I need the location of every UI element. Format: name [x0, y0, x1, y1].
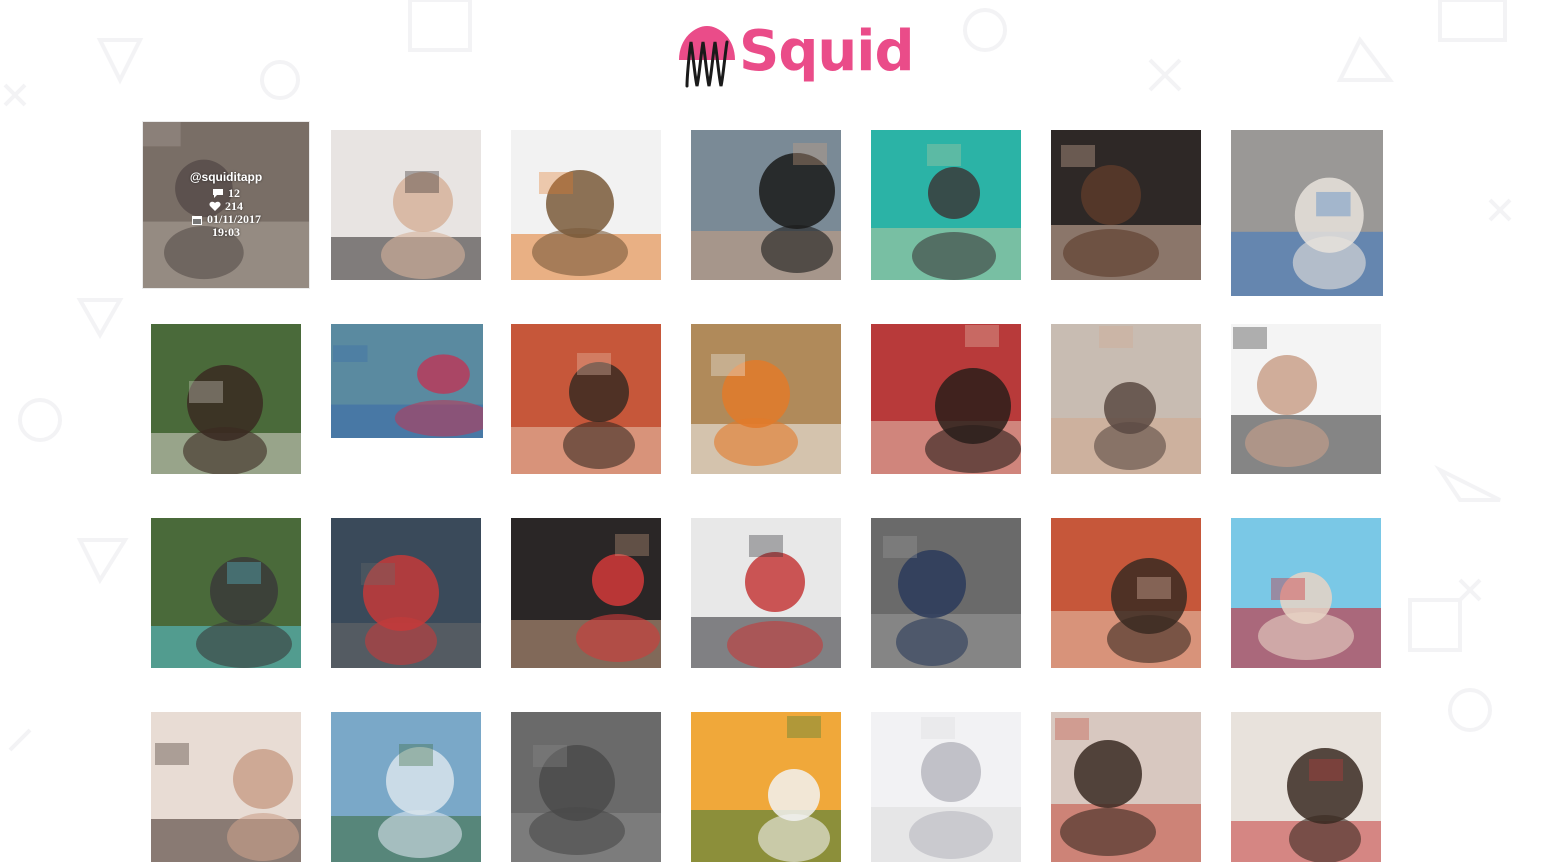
photo-cat-dog-floor[interactable] [691, 324, 841, 474]
photo-green-hair-girl[interactable] [871, 130, 1021, 280]
photo-row4-gray[interactable] [511, 712, 661, 862]
calendar-icon [191, 216, 202, 225]
photo-desk-flatlay[interactable] [331, 324, 483, 438]
photo-office-workspace[interactable] [331, 518, 481, 668]
photo-5-dicas-instagram[interactable] [511, 324, 661, 474]
photo-coca-cola-bottle[interactable] [1231, 518, 1381, 668]
post-time: 19:03 [212, 225, 240, 239]
photo-brunette-selfie[interactable] [1051, 130, 1201, 280]
squid-logo[interactable]: Squid [677, 18, 917, 90]
photo-row4-girl[interactable] [151, 712, 301, 862]
photo-dogs-food-bag[interactable] [511, 130, 661, 280]
photo-row4-red-girl[interactable] [1231, 712, 1381, 862]
photo-child-beanie-window[interactable] [871, 518, 1021, 668]
photo-two-men-tank[interactable] [1231, 130, 1383, 296]
heart-icon [209, 201, 221, 211]
photo-row4-flowers[interactable] [691, 712, 841, 862]
photo-man-in-bed[interactable] [1051, 324, 1201, 474]
photo-group-crowd[interactable]: @squiditapp 12 214 01/11/2017 19:03 [143, 122, 309, 288]
photo-hand-mint-tin[interactable] [151, 518, 301, 668]
photo-squid-event-booth[interactable] [691, 518, 841, 668]
photo-laughing-girl-summer[interactable] [1231, 324, 1381, 474]
photo-row4-man[interactable] [1051, 712, 1201, 862]
photo-man-glasses-plants[interactable] [151, 324, 301, 474]
photo-fringe-bodysuit[interactable] [331, 130, 481, 280]
post-username: @squiditapp [189, 170, 263, 184]
brand-name: Squid [739, 19, 915, 84]
photo-boots-bracelets[interactable] [511, 518, 661, 668]
photo-grid: @squiditapp 12 214 01/11/2017 19:03 [0, 0, 1543, 862]
photo-row4-white[interactable] [871, 712, 1021, 862]
photo-datas-comemorativas[interactable] [1051, 518, 1201, 668]
post-info-overlay[interactable]: @squiditapp 12 214 01/11/2017 19:03 [143, 122, 309, 288]
comment-icon [213, 189, 223, 198]
photo-smiling-girl-red[interactable] [871, 324, 1021, 474]
photo-row4-landscape[interactable] [331, 712, 481, 862]
squid-mark-icon [679, 26, 735, 88]
photo-sunglasses-selfie[interactable] [691, 130, 841, 280]
